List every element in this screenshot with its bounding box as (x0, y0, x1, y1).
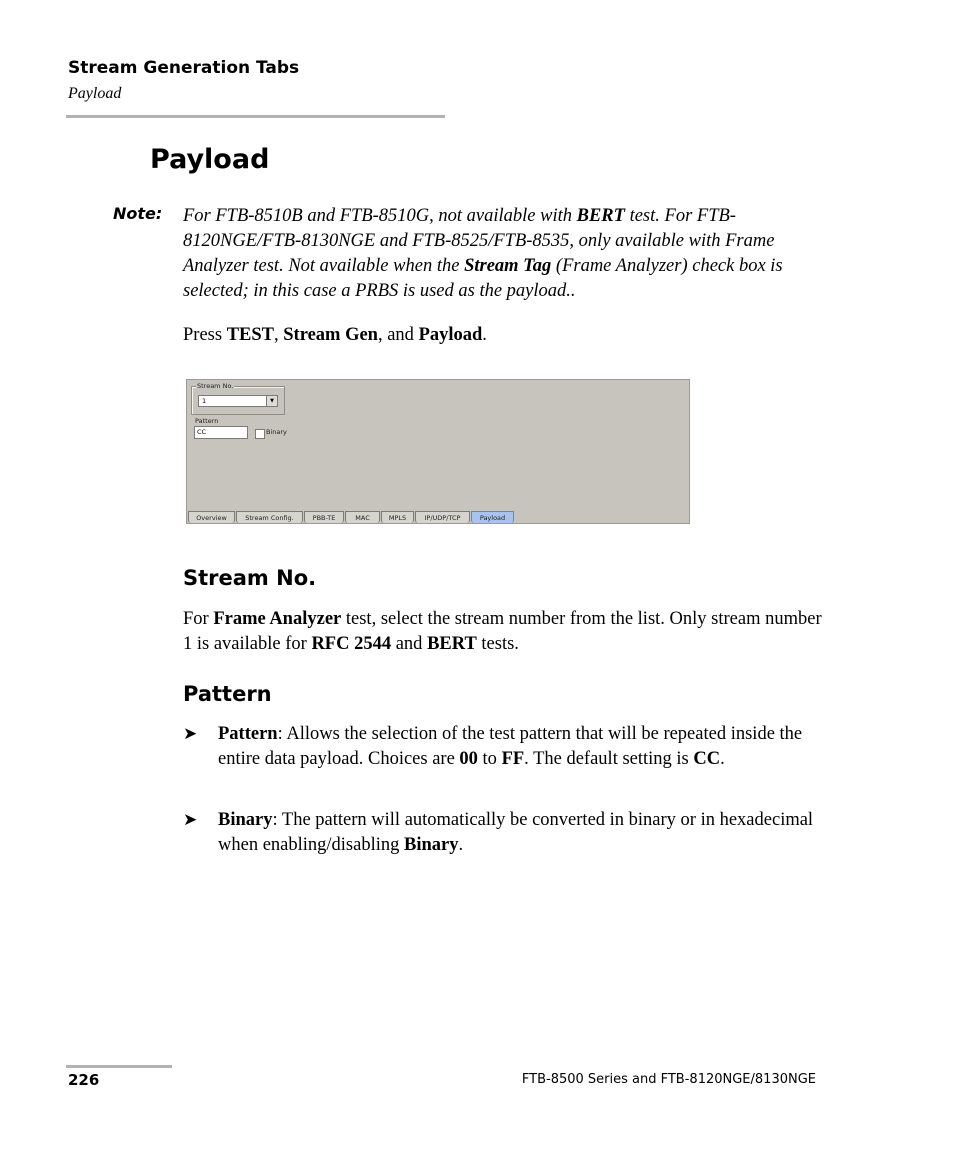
tab-stream-config[interactable]: Stream Config. (236, 511, 303, 523)
stream-no-group: Stream No. 1 ▼ (191, 382, 285, 415)
emphasis-text: RFC 2544 (311, 633, 392, 654)
emphasis-text: FF (501, 748, 525, 769)
press-key-stream-gen: Stream Gen (283, 325, 378, 345)
press-key-payload: Payload (418, 325, 483, 345)
stream-no-paragraph: For Frame Analyzer test, select the stre… (183, 607, 823, 656)
emphasis-text: Stream Tag (464, 256, 552, 276)
running-header: Stream Generation Tabs Payload (68, 58, 299, 103)
footer-title: FTB-8500 Series and FTB-8120NGE/8130NGE (521, 1072, 816, 1087)
press-key-test: TEST (226, 325, 274, 345)
tab-payload[interactable]: Payload (471, 511, 514, 523)
body-text: and (391, 633, 428, 654)
emphasis-text: Binary (404, 834, 459, 855)
page-number: 226 (68, 1071, 100, 1089)
press-suffix: . (482, 325, 487, 345)
note-text: For FTB-8510B and FTB-8510G, not availab… (183, 204, 833, 304)
chevron-down-icon[interactable]: ▼ (266, 396, 277, 406)
emphasis-text: Binary (218, 810, 273, 830)
pattern-input[interactable]: CC (194, 426, 248, 439)
stream-no-heading: Stream No. (183, 566, 317, 590)
emphasis-text: 00 (459, 748, 478, 769)
tab-ip-udp-tcp[interactable]: IP/UDP/TCP (415, 511, 470, 523)
header-rule (66, 115, 445, 118)
body-text: . (720, 748, 725, 769)
press-prefix: Press (183, 325, 227, 345)
tab-bar: Overview Stream Config. PBB-TE MAC MPLS … (187, 511, 514, 524)
binary-label: Binary (266, 428, 287, 436)
stream-no-select[interactable]: 1 ▼ (198, 395, 278, 407)
bullet-arrow-icon: ➤ (183, 810, 198, 830)
body-text: . The default setting is (524, 748, 694, 769)
binary-checkbox[interactable] (255, 429, 265, 439)
emphasis-text: Pattern (218, 724, 278, 744)
pattern-heading: Pattern (183, 682, 272, 706)
press-instruction: Press TEST, Stream Gen, and Payload. (183, 325, 487, 346)
binary-bullet-text: Binary: The pattern will automatically b… (218, 808, 823, 857)
body-text: For (183, 609, 214, 629)
page-title: Payload (150, 144, 270, 175)
pattern-bullet-text: Pattern: Allows the selection of the tes… (218, 722, 823, 771)
note-label: Note: (113, 204, 163, 223)
pattern-label: Pattern (195, 417, 219, 425)
press-sep: , and (377, 325, 419, 345)
footer-rule (66, 1065, 172, 1068)
emphasis-text: CC (693, 748, 721, 769)
press-sep: , (274, 325, 284, 345)
bullet-arrow-icon: ➤ (183, 724, 198, 744)
header-subsection: Payload (68, 85, 122, 102)
tab-pbb-te[interactable]: PBB-TE (304, 511, 344, 523)
body-text: For FTB-8510B and FTB-8510G, not availab… (183, 206, 577, 226)
emphasis-text: BERT (427, 633, 477, 654)
body-text: . (458, 834, 464, 855)
stream-no-label: Stream No. (196, 382, 235, 390)
tab-mac[interactable]: MAC (345, 511, 380, 523)
header-section-title: Stream Generation Tabs (68, 58, 300, 78)
stream-no-value: 1 (202, 397, 207, 405)
body-text: : The pattern will automatically be conv… (218, 810, 814, 855)
payload-tab-screenshot: Stream No. 1 ▼ Pattern CC Binary Overvie… (186, 379, 690, 524)
tab-overview[interactable]: Overview (188, 511, 235, 523)
body-text: tests. (476, 633, 519, 654)
body-text: to (477, 748, 502, 769)
emphasis-text: Frame Analyzer (213, 609, 342, 629)
tab-mpls[interactable]: MPLS (381, 511, 414, 523)
emphasis-text: BERT (576, 206, 625, 226)
